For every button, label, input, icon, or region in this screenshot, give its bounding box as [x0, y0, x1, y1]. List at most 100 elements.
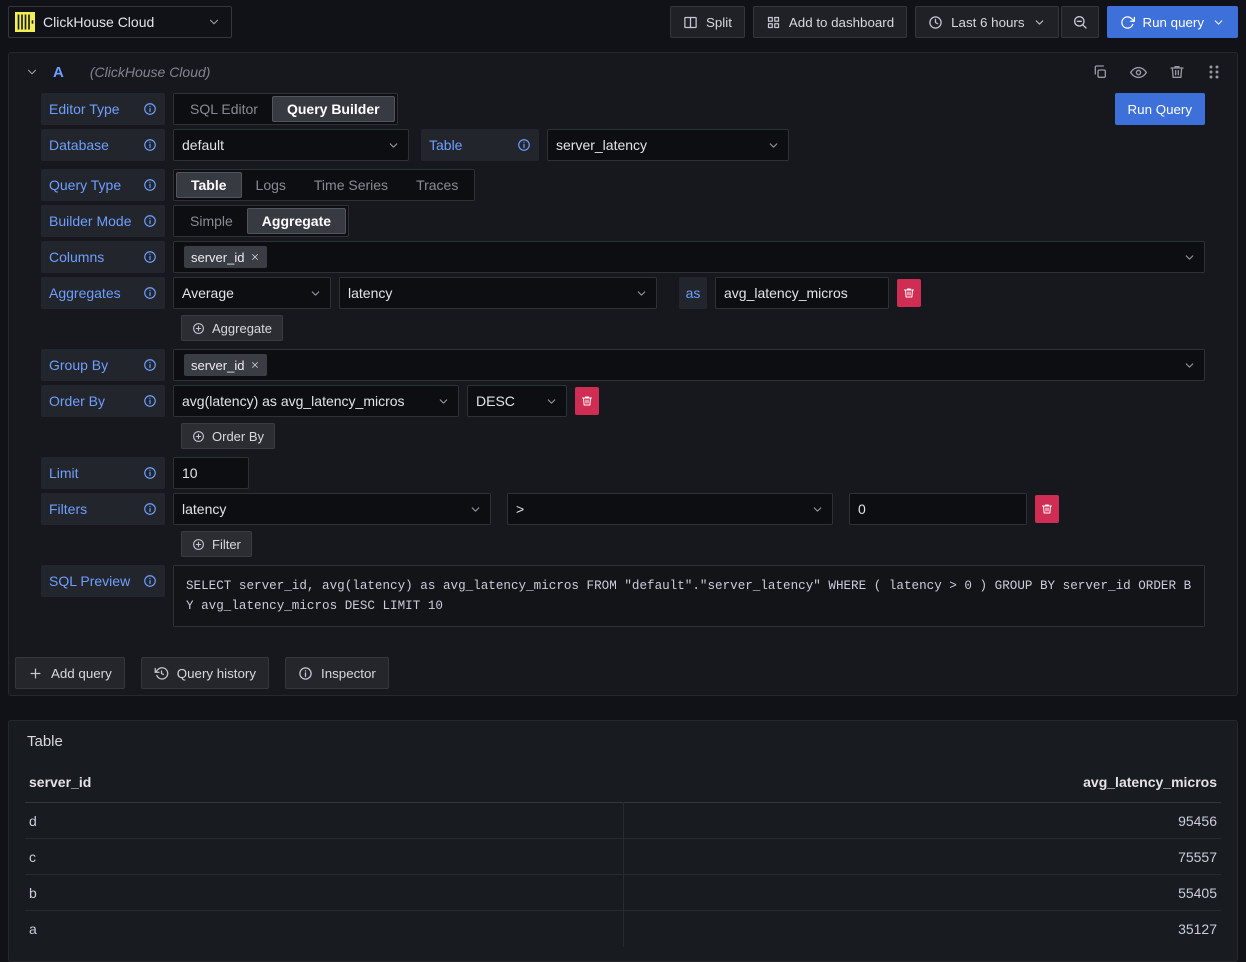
run-query-button[interactable]: Run query: [1107, 6, 1239, 38]
cell-avg-latency: 95456: [623, 803, 1221, 839]
info-icon[interactable]: [517, 138, 531, 152]
cell-server-id: c: [25, 839, 623, 875]
split-icon: [683, 15, 698, 30]
split-button[interactable]: Split: [670, 6, 745, 38]
add-query-button[interactable]: Add query: [15, 657, 125, 689]
editor-type-label: Editor Type: [41, 93, 165, 125]
as-label-text: as: [686, 285, 701, 301]
option-time-series[interactable]: Time Series: [300, 172, 402, 198]
add-order-by-button[interactable]: Order By: [181, 423, 275, 449]
limit-row: Limit: [41, 457, 1205, 489]
chevron-down-icon: [387, 139, 400, 152]
sql-preview-label: SQL Preview: [41, 565, 165, 597]
chevron-down-icon: [635, 287, 648, 300]
info-icon[interactable]: [143, 178, 157, 192]
columns-multiselect[interactable]: server_id: [173, 241, 1205, 273]
cell-server-id: b: [25, 875, 623, 911]
eye-icon[interactable]: [1130, 64, 1147, 81]
builder-mode-label: Builder Mode: [41, 205, 165, 237]
group-by-multiselect[interactable]: server_id: [173, 349, 1205, 381]
table-row: c 75557: [25, 839, 1221, 875]
panel-run-query-button[interactable]: Run Query: [1115, 93, 1205, 125]
query-type-toggle: Table Logs Time Series Traces: [173, 169, 475, 201]
group-by-row: Group By server_id: [41, 349, 1205, 381]
aggregate-column-select[interactable]: latency: [339, 277, 657, 309]
inspector-button[interactable]: Inspector: [285, 657, 389, 689]
query-history-button[interactable]: Query history: [141, 657, 269, 689]
field-label-text: Order By: [49, 393, 105, 409]
aggregate-function-select[interactable]: Average: [173, 277, 331, 309]
time-range-button[interactable]: Last 6 hours: [915, 6, 1058, 38]
add-aggregate-label: Aggregate: [212, 321, 272, 336]
table-row: b 55405: [25, 875, 1221, 911]
query-builder-form: Editor Type SQL Editor Query Builder Run…: [9, 91, 1237, 627]
query-type-row: Query Type Table Logs Time Series Traces: [41, 169, 1205, 201]
add-aggregate-sub-row: Aggregate: [181, 315, 1205, 341]
aggregate-column-value: latency: [348, 285, 392, 301]
editor-type-row: Editor Type SQL Editor Query Builder Run…: [41, 93, 1205, 125]
option-aggregate[interactable]: Aggregate: [247, 208, 346, 234]
remove-aggregate-button[interactable]: [897, 279, 921, 307]
limit-input[interactable]: [173, 457, 249, 489]
info-icon[interactable]: [143, 102, 157, 116]
collapse-chevron-icon[interactable]: [25, 65, 39, 79]
zoom-out-time-button[interactable]: [1061, 6, 1099, 38]
filters-label: Filters: [41, 493, 165, 525]
add-to-dashboard-button[interactable]: Add to dashboard: [753, 6, 907, 38]
option-query-builder[interactable]: Query Builder: [272, 96, 395, 122]
order-by-field-select[interactable]: avg(latency) as avg_latency_micros: [173, 385, 459, 417]
info-icon[interactable]: [143, 214, 157, 228]
datasource-picker[interactable]: ClickHouse Cloud: [8, 6, 232, 38]
query-ref-id[interactable]: A: [53, 64, 64, 81]
add-filter-label: Filter: [212, 537, 241, 552]
drag-handle-icon[interactable]: [1207, 64, 1221, 80]
chevron-down-icon: [1183, 359, 1196, 372]
database-select[interactable]: default: [173, 129, 409, 161]
info-icon[interactable]: [143, 286, 157, 300]
chevron-down-icon: [309, 287, 322, 300]
order-direction-select[interactable]: DESC: [467, 385, 567, 417]
remove-chip-icon[interactable]: [250, 360, 260, 370]
info-icon[interactable]: [143, 250, 157, 264]
plus-circle-icon: [192, 538, 205, 551]
filter-operator-select[interactable]: >: [507, 493, 833, 525]
duplicate-query-icon[interactable]: [1092, 64, 1108, 80]
query-editor-header: A (ClickHouse Cloud): [9, 53, 1237, 91]
split-label: Split: [706, 15, 732, 30]
info-icon[interactable]: [143, 358, 157, 372]
table-label: Table: [421, 129, 539, 161]
add-aggregate-button[interactable]: Aggregate: [181, 315, 283, 341]
filter-value-input[interactable]: [849, 493, 1027, 525]
info-icon[interactable]: [143, 466, 157, 480]
datasource-hint: (ClickHouse Cloud): [90, 64, 211, 80]
remove-order-by-button[interactable]: [575, 387, 599, 415]
column-header-avg-latency[interactable]: avg_latency_micros: [623, 768, 1221, 803]
selected-column-chip: server_id: [184, 246, 267, 268]
info-icon[interactable]: [143, 502, 157, 516]
plus-circle-icon: [192, 322, 205, 335]
info-icon[interactable]: [143, 394, 157, 408]
option-sql-editor[interactable]: SQL Editor: [176, 96, 272, 122]
column-header-server-id[interactable]: server_id: [25, 768, 623, 803]
delete-query-icon[interactable]: [1169, 64, 1185, 80]
option-table[interactable]: Table: [176, 172, 242, 198]
group-by-label: Group By: [41, 349, 165, 381]
remove-chip-icon[interactable]: [250, 252, 260, 262]
chevron-down-icon[interactable]: [1212, 16, 1225, 29]
cell-server-id: a: [25, 911, 623, 947]
option-traces[interactable]: Traces: [402, 172, 472, 198]
info-icon[interactable]: [143, 574, 157, 588]
table-row: d 95456: [25, 803, 1221, 839]
columns-row: Columns server_id: [41, 241, 1205, 273]
table-select[interactable]: server_latency: [547, 129, 789, 161]
filter-field-select[interactable]: latency: [173, 493, 491, 525]
add-filter-button[interactable]: Filter: [181, 531, 252, 557]
option-simple[interactable]: Simple: [176, 208, 247, 234]
remove-filter-button[interactable]: [1035, 495, 1059, 523]
info-icon[interactable]: [143, 138, 157, 152]
field-label-text: Table: [429, 137, 462, 153]
aggregate-alias-input[interactable]: [715, 277, 889, 309]
query-type-label: Query Type: [41, 169, 165, 201]
sql-preview-row: SQL Preview SELECT server_id, avg(latenc…: [41, 565, 1205, 627]
option-logs[interactable]: Logs: [242, 172, 300, 198]
